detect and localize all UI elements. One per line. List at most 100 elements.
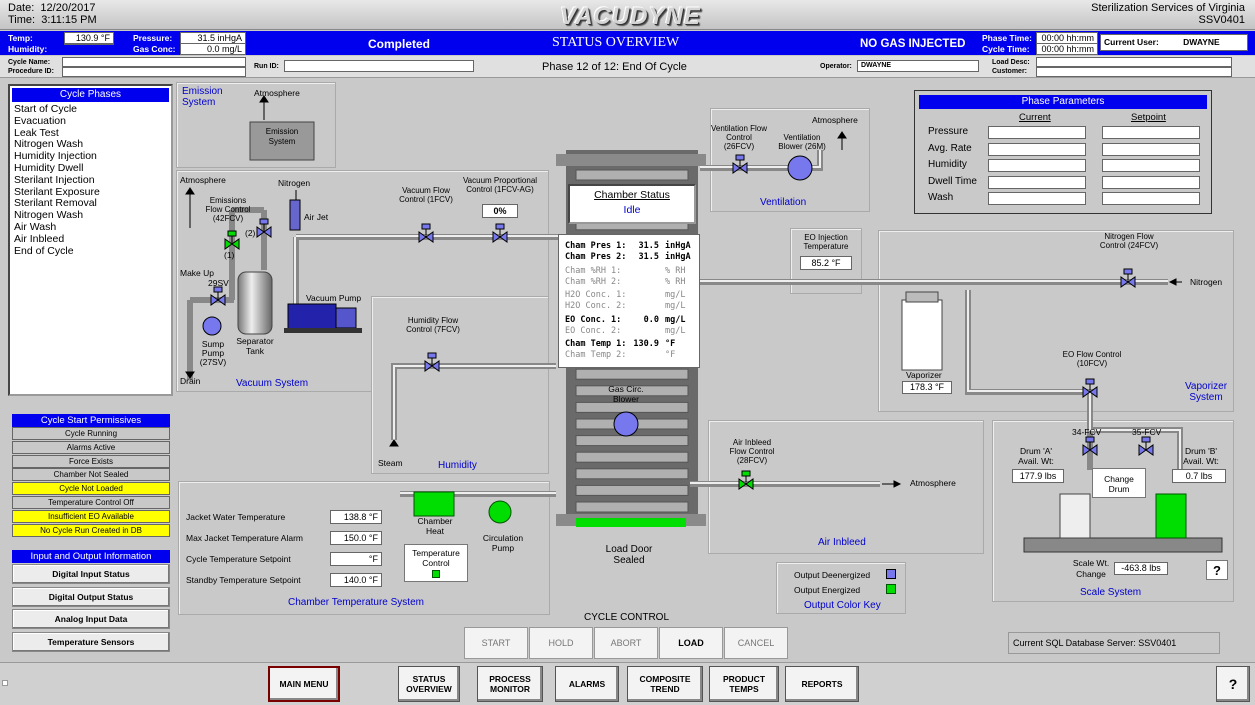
chamber-status: Idle [623, 204, 641, 216]
vacuum-pump-graphic [284, 303, 362, 333]
sql-server-box: Current SQL Database Server: SSV0401 [1008, 632, 1220, 654]
circulation-pump-graphic [488, 500, 512, 524]
chamber-shelf [575, 484, 689, 496]
permissive-item: Force Exists [12, 454, 170, 468]
cycle-cancel-button[interactable]: CANCEL [724, 627, 788, 659]
gas-circ-blower-graphic [613, 411, 639, 437]
phase-param-current [988, 159, 1086, 172]
air-jet-graphic [289, 199, 301, 231]
phase-param-label: Pressure [928, 126, 969, 137]
permissives-title: Cycle Start Permissives [12, 414, 170, 427]
phase-param-setpoint [1102, 126, 1200, 139]
permissive-item: No Cycle Run Created in DB [12, 523, 170, 537]
humidity-title: Humidity [438, 460, 477, 471]
permissive-item: Temperature Control Off [12, 496, 170, 509]
cycle-load-button[interactable]: LOAD [659, 627, 723, 659]
cycle-phase-item: Air Wash [14, 220, 57, 233]
cycle-phase-item: Humidity Dwell [14, 161, 84, 174]
change-drum-button[interactable]: Change Drum [1092, 468, 1146, 498]
nav-button[interactable]: ALARMS [555, 666, 619, 702]
chamber-shelf [575, 451, 689, 463]
sql-server: SSV0401 [1138, 638, 1177, 648]
phase-param-current [988, 192, 1086, 205]
temp-setting-label: Standby Temperature Setpoint [186, 575, 301, 585]
phase-param-label: Avg. Rate [928, 142, 972, 154]
temp-setting-value: 140.0 °F [330, 573, 382, 587]
io-button[interactable]: Analog Input Data [12, 609, 170, 629]
sump-pump-graphic [202, 316, 222, 336]
chamber-shelf [575, 435, 689, 447]
permissive-item: Cycle Running [12, 427, 170, 440]
phase-param-current [988, 126, 1086, 139]
cycle-phase-item: Evacuation [14, 114, 66, 127]
temp-setting-value: °F [330, 552, 382, 566]
temp-setting-label: Max Jacket Temperature Alarm [186, 533, 303, 543]
cycle-phase-item: End of Cycle [14, 244, 74, 257]
temp-setting-label: Jacket Water Temperature [186, 512, 286, 522]
scale-platform [1023, 537, 1223, 553]
nav-button[interactable]: REPORTS [785, 666, 859, 702]
io-button[interactable]: Digital Input Status [12, 564, 170, 584]
scale-system-title: Scale System [1080, 587, 1142, 598]
cycle-phase-item: Air Inbleed [14, 232, 65, 245]
energized-swatch [886, 584, 896, 594]
drum-b-graphic [1155, 493, 1187, 539]
legend-title: Output Color Key [804, 600, 881, 611]
chamber-shelf [575, 468, 689, 480]
nav-button[interactable]: STATUS OVERVIEW [398, 666, 460, 702]
phase-param-current [988, 142, 1086, 156]
cycle-hold-button[interactable]: HOLD [529, 627, 593, 659]
emission-system-title: Emission System [182, 86, 223, 108]
chamber-readings: Cham Pres 1: 31.5 inHgA Cham Pres 2: 31.5 inH… [558, 234, 700, 368]
phase-param-setpoint [1102, 192, 1200, 205]
air-inbleed-title: Air Inbleed [818, 537, 866, 548]
permissive-item: Cycle Not Loaded [12, 482, 170, 496]
vaporizer-vessel [901, 299, 943, 371]
permissive-item: Alarms Active [12, 440, 170, 454]
phase-param-label: Humidity [928, 159, 967, 170]
ventilation-title: Ventilation [760, 197, 807, 208]
phase-param-label: Wash [928, 192, 954, 203]
io-button[interactable]: Temperature Sensors [12, 631, 170, 652]
temp-setting-label: Cycle Temperature Setpoint [186, 554, 291, 564]
chamber-shelf [575, 368, 689, 380]
permissive-item: Insufficient EO Available [12, 509, 170, 523]
load-door-indicator [576, 518, 686, 527]
nav-button[interactable]: COMPOSITE TREND [627, 666, 703, 702]
cycle-phases-list: Cycle Phases Start of Cycle Evacuation Lea… [8, 84, 173, 396]
temperature-system-title: Chamber Temperature System [288, 597, 424, 608]
nav-button[interactable]: PRODUCT TEMPS [709, 666, 779, 702]
eo-injection-temp: 85.2 °F [800, 256, 852, 270]
drum-b-valve [1138, 436, 1154, 456]
drum-a-graphic [1059, 493, 1091, 539]
temp-setting-value: 150.0 °F [330, 531, 382, 545]
separator-tank [237, 271, 273, 335]
cycle-control-title: CYCLE CONTROL [584, 612, 670, 623]
io-button[interactable]: Digital Output Status [12, 586, 170, 607]
emissions-flow-control-label: Emissions Flow Control (42FCV) [205, 196, 251, 223]
phase-param-setpoint [1102, 142, 1200, 156]
phase-param-setpoint [1102, 159, 1200, 172]
permissive-item: Chamber Not Sealed [12, 468, 170, 482]
temperature-control-button[interactable]: Temperature Control [404, 544, 468, 582]
help-button[interactable]: ? [1216, 666, 1250, 702]
deenergized-swatch [886, 569, 896, 579]
scale-help-button[interactable]: ? [1206, 560, 1228, 580]
main-menu-button[interactable]: MAIN MENU [268, 666, 340, 702]
cycle-start-button[interactable]: START [464, 627, 528, 659]
drum-a-weight: 177.9 lbs [1012, 469, 1064, 483]
chamber-shelf [575, 169, 689, 181]
scale-weight-change: -463.8 lbs [1114, 562, 1168, 575]
vacuum-system-title: Vacuum System [236, 378, 309, 389]
load-door-status: Load Door Sealed [605, 544, 653, 566]
ventilation-blower-graphic [787, 155, 813, 181]
drum-b-weight: 0.7 lbs [1172, 469, 1226, 483]
phase-param-label: Dwell Time [928, 175, 977, 187]
cycle-phase-item: Sterilant Injection [14, 173, 95, 186]
cycle-abort-button[interactable]: ABORT [594, 627, 658, 659]
vaporizer-system-title: Vaporizer System [1184, 381, 1228, 403]
temp-setting-value: 138.8 °F [330, 510, 382, 524]
chamber-status-box: Chamber Status Idle [568, 184, 696, 224]
nav-button[interactable]: PROCESS MONITOR [477, 666, 543, 702]
temperature-control-indicator [432, 570, 440, 578]
